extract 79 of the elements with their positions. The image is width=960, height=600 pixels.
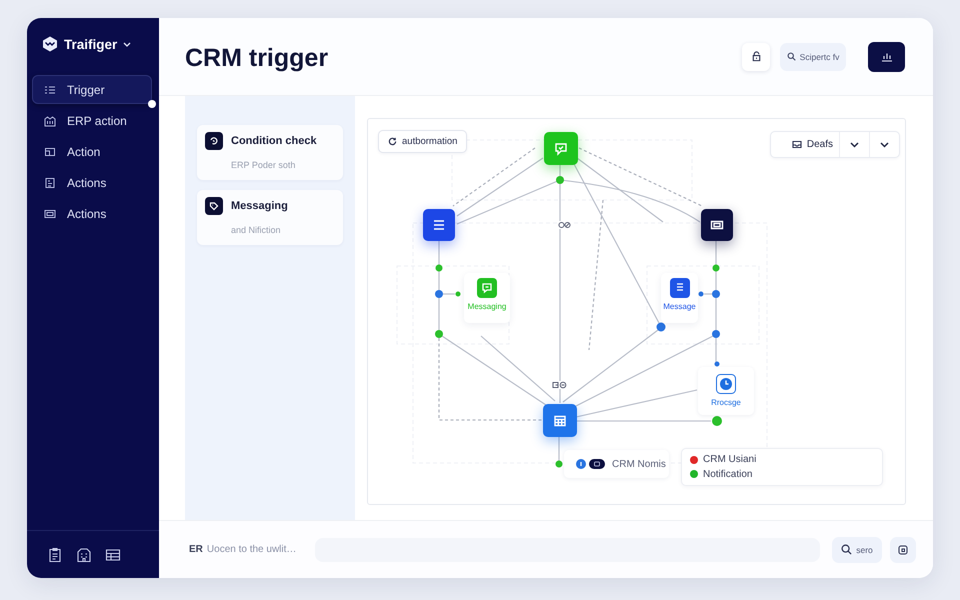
port-dot-icon[interactable] [698,292,704,296]
link-chip[interactable]: CRM Nomis [564,450,669,478]
layout-icon [44,146,56,158]
chat-bubble-icon [554,142,568,156]
nav-item[interactable]: ERP action [32,106,152,135]
chevron-down-icon [880,142,889,148]
workflow-node[interactable] [543,404,577,437]
refresh-icon [388,137,397,146]
port-dot-icon[interactable] [435,290,443,298]
search-icon [841,544,852,555]
workspace-name[interactable]: Traifiger [64,36,118,52]
port-dot-icon[interactable] [436,264,442,272]
port-dot-icon[interactable] [656,322,666,332]
node-label: Message [663,302,696,311]
card-title: Messaging [231,199,288,213]
square-icon [898,544,908,554]
card-subtitle: and Nifiction [231,224,282,236]
port-dot-icon[interactable] [712,264,720,272]
indicator-dot-icon [148,100,156,108]
logo-icon [42,36,58,52]
automation-chip[interactable]: autbormation [378,130,468,153]
document-icon [44,176,56,188]
building-icon [44,114,56,126]
list-icon [44,84,56,96]
clipboard-icon[interactable] [47,546,63,562]
tag-icon [205,197,223,215]
node-label: Rrocsge [711,398,741,407]
info-icon [576,459,586,469]
swirl-icon [205,132,223,150]
action-button[interactable] [868,42,905,72]
view-select[interactable]: Deafs [771,132,839,157]
lock-button[interactable] [742,42,770,70]
port-dot-icon[interactable] [556,176,564,184]
node-card[interactable]: Rrocsge [698,367,754,415]
card-subtitle: ERP Poder soth [231,159,296,171]
port-dot-icon[interactable] [712,290,720,298]
chart-icon [880,52,892,62]
workflow-node[interactable] [544,132,578,165]
link-icon [558,221,571,229]
port-dot-icon[interactable] [435,330,443,338]
card-icon [710,218,724,232]
toolbar-button[interactable] [890,536,916,562]
node-card[interactable]: Message [661,273,698,323]
status-text: Uocen to the uwlit… [206,544,296,555]
connector-line [443,293,455,295]
search-icon [786,52,796,61]
calendar-icon [553,414,567,428]
chevron-down-icon[interactable] [123,42,132,46]
building-icon[interactable] [76,546,92,562]
connector-line [558,436,560,461]
search-button[interactable]: Scipertc fv [780,42,846,70]
page-title: CRM trigger [185,44,328,73]
nav-item[interactable]: Actions [32,168,152,197]
library-card[interactable]: Condition check ERP Poder soth [197,125,343,180]
port-dot-icon[interactable] [712,416,722,426]
legend-label: CRM Usiani [703,454,756,466]
port-dot-icon[interactable] [456,292,460,296]
card-title: Condition check [231,134,317,148]
connector-line [704,293,712,295]
search-button[interactable]: sero [832,536,882,562]
port-dot-icon[interactable] [714,362,720,366]
workflow-node[interactable] [701,209,733,241]
tray-icon [792,140,802,149]
library-card[interactable]: Messaging and Nifiction [197,190,343,245]
pill-icon [589,459,605,469]
padlock-icon [750,51,762,62]
node-label: Messaging [468,302,506,311]
port-dot-icon[interactable] [556,460,562,468]
status-prefix: ER [189,544,203,555]
legend-label: Notification [703,468,752,480]
port-dot-icon[interactable] [712,330,720,338]
nav-item[interactable]: Actions [32,199,152,228]
list-icon [432,218,446,232]
table-icon[interactable] [105,546,121,562]
card-icon [44,208,56,220]
nav-item[interactable]: Action [32,137,152,166]
chevron-down-icon [850,142,859,148]
link-icon [552,381,567,389]
workflow-node[interactable] [423,209,455,241]
